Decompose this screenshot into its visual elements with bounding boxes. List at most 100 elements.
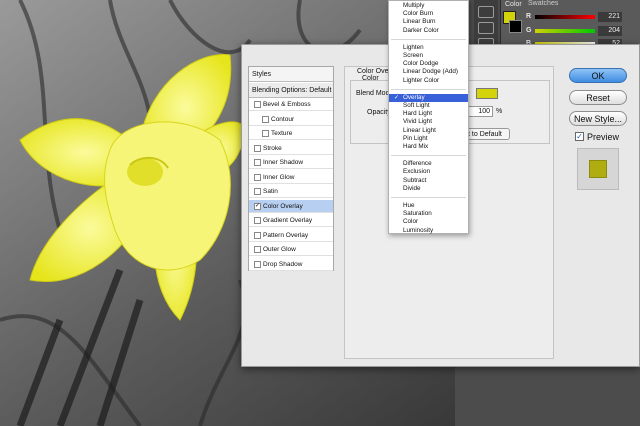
style-checkbox[interactable] <box>254 231 261 239</box>
overlay-color-swatch[interactable] <box>476 88 498 99</box>
blend-mode-option[interactable]: ✓ Overlay <box>389 93 468 102</box>
style-checkbox[interactable] <box>254 159 261 166</box>
style-checkbox[interactable] <box>254 246 261 253</box>
sub-title: Color <box>362 75 379 82</box>
blend-mode-option[interactable]: Color Dodge <box>389 60 468 68</box>
menu-separator <box>391 38 466 40</box>
style-checkbox[interactable] <box>254 188 261 195</box>
blend-mode-label: Soft Light <box>403 102 430 109</box>
channel-slider-g[interactable] <box>535 29 595 33</box>
style-label: Inner Shadow <box>263 159 304 166</box>
blend-mode-option[interactable]: Color <box>389 218 468 226</box>
style-item[interactable]: Contour <box>249 113 333 126</box>
tool-icon[interactable] <box>478 6 494 18</box>
style-label: Drop Shadow <box>263 260 303 268</box>
style-label: Gradient Overlay <box>263 217 313 224</box>
blend-mode-option[interactable]: Linear Dodge (Add) <box>389 68 468 76</box>
style-item[interactable]: Outer Glow <box>249 243 333 256</box>
blend-mode-option[interactable]: Hard Mix <box>389 143 468 151</box>
blend-mode-option[interactable]: Exclusion <box>389 168 468 176</box>
blending-options-item[interactable]: Blending Options: Default <box>249 83 333 98</box>
blend-mode-label: Lighten <box>403 43 424 51</box>
style-item[interactable]: Stroke <box>249 142 333 155</box>
style-item[interactable]: Pattern Overlay <box>249 229 333 242</box>
channel-value-r[interactable]: 221 <box>598 12 622 22</box>
ok-button[interactable]: OK <box>569 68 627 83</box>
blend-mode-label: Linear Dodge (Add) <box>403 68 458 76</box>
style-checkbox[interactable]: ✓ <box>254 202 261 210</box>
blend-mode-option[interactable]: Screen <box>389 52 468 60</box>
style-item[interactable]: Inner Glow <box>249 171 333 184</box>
blend-mode-option[interactable]: Linear Light <box>389 127 468 135</box>
blend-mode-option[interactable]: Hue <box>389 202 468 210</box>
style-checkbox[interactable] <box>254 217 261 224</box>
tool-column <box>474 0 498 50</box>
background-color-swatch[interactable] <box>509 20 522 33</box>
blend-mode-option[interactable]: Pin Light <box>389 135 468 143</box>
style-label: Inner Glow <box>263 173 295 181</box>
channel-slider-r[interactable] <box>535 15 595 19</box>
menu-separator <box>391 197 466 198</box>
blend-mode-label: Saturation <box>403 210 432 218</box>
blend-mode-option[interactable]: Lighter Color <box>389 77 468 85</box>
blend-mode-label: Exclusion <box>403 168 430 176</box>
style-item[interactable]: Satin <box>249 185 333 198</box>
style-preview-swatch <box>589 160 607 178</box>
blend-mode-label: Difference <box>403 160 432 168</box>
blend-mode-option[interactable]: Vivid Light <box>389 118 468 126</box>
style-label: Pattern Overlay <box>263 231 309 239</box>
blend-mode-option[interactable]: Saturation <box>389 210 468 218</box>
style-item[interactable]: Inner Shadow <box>249 156 333 169</box>
style-checkbox[interactable] <box>254 173 261 181</box>
blend-mode-label: Luminosity <box>403 226 434 234</box>
style-checkbox[interactable] <box>262 130 269 137</box>
style-item[interactable]: Texture <box>249 127 333 140</box>
new-style-button[interactable]: New Style... <box>569 111 627 126</box>
blend-mode-label: Linear Light <box>403 126 436 134</box>
blend-mode-option[interactable]: Soft Light <box>389 102 468 110</box>
style-item[interactable]: ✓ Color Overlay <box>249 199 333 213</box>
tab-color[interactable]: Color <box>505 1 522 8</box>
blend-mode-option[interactable]: Multiply <box>389 2 468 10</box>
blend-mode-option[interactable]: Hard Light <box>389 110 468 118</box>
style-label: Texture <box>271 130 293 137</box>
blend-mode-option[interactable]: Subtract <box>389 177 468 185</box>
blend-mode-label: Overlay <box>403 93 425 101</box>
blend-mode-option[interactable]: Lighten <box>389 44 468 52</box>
styles-header[interactable]: Styles <box>249 67 333 82</box>
style-checkbox[interactable] <box>254 260 261 268</box>
blend-mode-menu: Multiply Color Burn Linear Burn Darker Colo… <box>388 0 469 234</box>
style-checkbox[interactable] <box>254 144 261 152</box>
style-label: Bevel & Emboss <box>263 101 311 108</box>
channel-label-r: R <box>526 13 532 20</box>
style-item[interactable]: Drop Shadow <box>249 258 333 271</box>
tab-swatches[interactable]: Swatches <box>528 0 558 7</box>
blend-mode-label: Hard Mix <box>403 143 429 150</box>
opacity-unit: % <box>496 108 503 115</box>
style-item[interactable]: Bevel & Emboss <box>249 98 333 111</box>
blend-mode-label: Hue <box>403 202 415 209</box>
blend-mode-option[interactable]: Luminosity <box>389 227 468 235</box>
blend-mode-label: Lighter Color <box>403 76 440 84</box>
style-label: Stroke <box>263 144 282 152</box>
style-item[interactable]: Gradient Overlay <box>249 214 333 227</box>
blend-mode-option[interactable]: Darker Color <box>389 27 468 35</box>
reset-button[interactable]: Reset <box>569 90 627 105</box>
blend-mode-label: Color Dodge <box>403 60 439 68</box>
menu-separator <box>391 88 466 90</box>
blend-mode-label: Hard Light <box>403 110 433 118</box>
blend-mode-label: Multiply <box>403 2 425 9</box>
preview-checkbox[interactable]: ✓ <box>575 132 584 141</box>
style-label: Outer Glow <box>263 246 296 253</box>
blend-mode-option[interactable]: Linear Burn <box>389 18 468 26</box>
style-checkbox[interactable] <box>254 101 261 108</box>
blend-mode-option[interactable]: Color Burn <box>389 10 468 18</box>
channel-value-g[interactable]: 204 <box>598 26 622 36</box>
blend-mode-label: Pin Light <box>403 134 428 142</box>
tool-icon[interactable] <box>478 22 494 34</box>
blend-mode-label: Darker Color <box>403 26 439 34</box>
blend-mode-option[interactable]: Difference <box>389 160 468 168</box>
blend-mode-option[interactable]: Divide <box>389 185 468 193</box>
style-checkbox[interactable] <box>262 115 269 123</box>
blend-mode-label: Linear Burn <box>403 18 436 26</box>
